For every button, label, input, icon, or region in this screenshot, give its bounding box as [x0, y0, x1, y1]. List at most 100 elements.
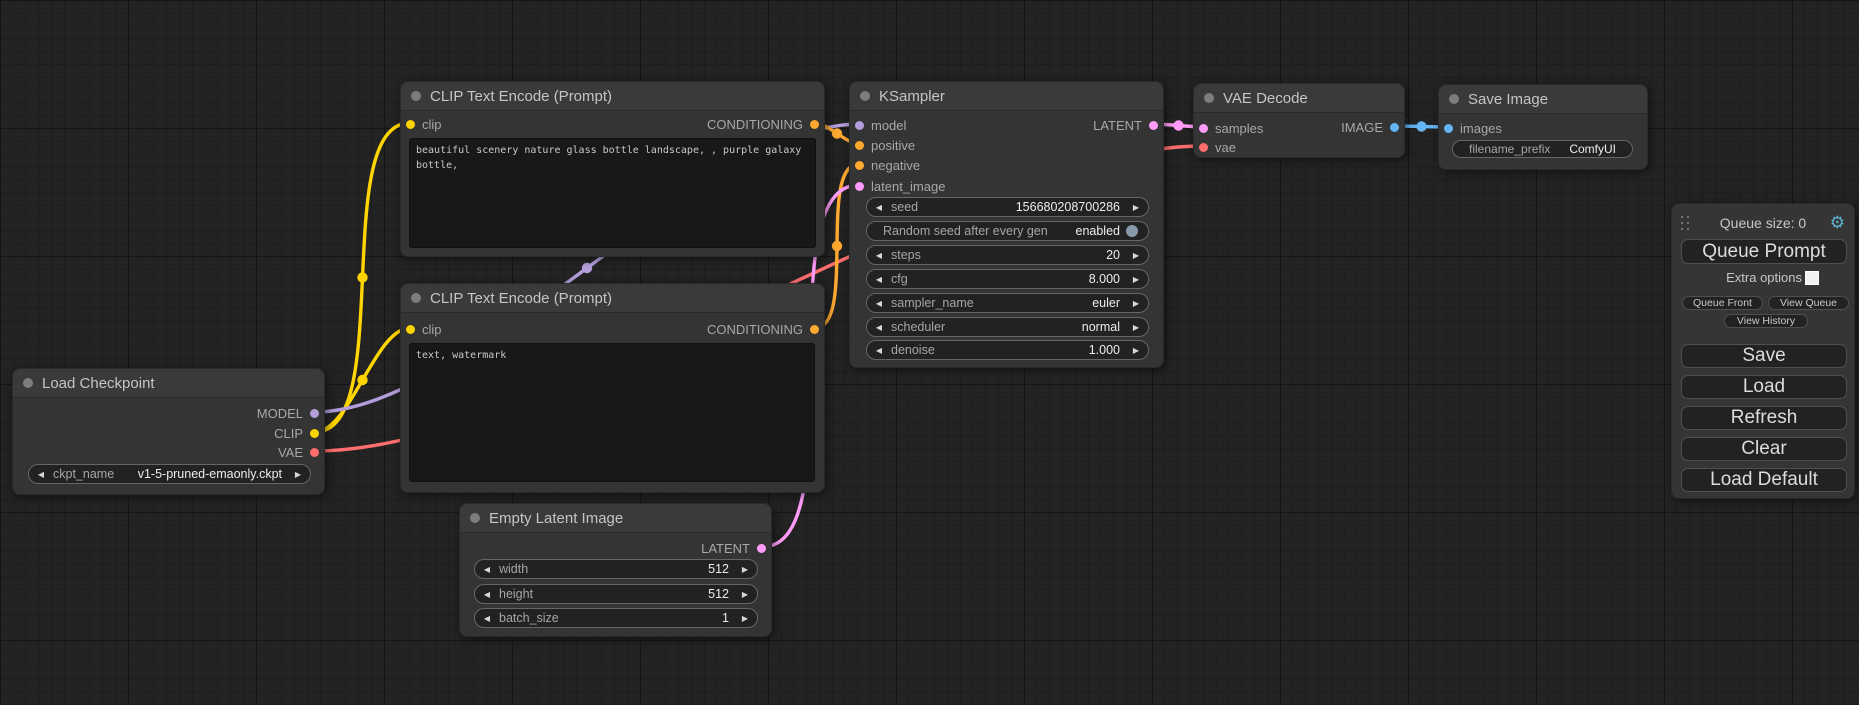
node-title-bar[interactable]: CLIP Text Encode (Prompt): [401, 82, 824, 111]
increment-arrow-icon[interactable]: ▶: [733, 614, 757, 623]
input-slot-samples[interactable]: samples: [1199, 119, 1263, 137]
extra-options-checkbox[interactable]: [1805, 271, 1819, 285]
latent-port-dot[interactable]: [1149, 121, 1158, 130]
input-slot-negative[interactable]: negative: [855, 156, 920, 174]
refresh-button[interactable]: Refresh: [1681, 406, 1847, 430]
decrement-arrow-icon[interactable]: ◀: [867, 299, 891, 308]
widget-steps[interactable]: ◀ steps 20 ▶: [866, 245, 1149, 265]
increment-arrow-icon[interactable]: ▶: [1124, 251, 1148, 260]
node-title-bar[interactable]: KSampler: [850, 82, 1163, 111]
widget-random-seed-toggle[interactable]: Random seed after every gen enabled: [866, 221, 1149, 241]
widget-filename-prefix[interactable]: filename_prefix ComfyUI: [1452, 140, 1633, 158]
decrement-arrow-icon[interactable]: ◀: [29, 470, 53, 479]
slot-label: model: [871, 118, 906, 133]
view-queue-button[interactable]: View Queue: [1768, 296, 1849, 310]
widget-sampler-name[interactable]: ◀ sampler_name euler ▶: [866, 293, 1149, 313]
save-button[interactable]: Save: [1681, 344, 1847, 368]
widget-width[interactable]: ◀ width 512 ▶: [474, 559, 758, 579]
comfyui-canvas[interactable]: { "colors": { "model": "#B39DDB", "clip"…: [0, 0, 1859, 705]
output-slot-model[interactable]: MODEL: [257, 404, 319, 422]
decrement-arrow-icon[interactable]: ◀: [475, 590, 499, 599]
increment-arrow-icon[interactable]: ▶: [733, 590, 757, 599]
conditioning-port-dot[interactable]: [810, 325, 819, 334]
negative-prompt-textarea[interactable]: text, watermark: [409, 343, 815, 482]
node-title-bar[interactable]: Load Checkpoint: [13, 369, 324, 398]
widget-cfg[interactable]: ◀ cfg 8.000 ▶: [866, 269, 1149, 289]
node-ksampler[interactable]: KSampler model positive negative latent_…: [849, 81, 1164, 368]
increment-arrow-icon[interactable]: ▶: [1124, 346, 1148, 355]
queue-menu-panel[interactable]: Queue size: 0 ⚙ Queue Prompt Extra optio…: [1671, 203, 1855, 499]
decrement-arrow-icon[interactable]: ◀: [867, 323, 891, 332]
input-slot-clip[interactable]: clip: [406, 115, 442, 133]
widget-scheduler[interactable]: ◀ scheduler normal ▶: [866, 317, 1149, 337]
node-title-bar[interactable]: Empty Latent Image: [460, 504, 771, 533]
increment-arrow-icon[interactable]: ▶: [286, 470, 310, 479]
vae-port-dot[interactable]: [310, 448, 319, 457]
node-title-bar[interactable]: CLIP Text Encode (Prompt): [401, 284, 824, 313]
node-clip-text-encode-positive[interactable]: CLIP Text Encode (Prompt) clip CONDITION…: [400, 81, 825, 257]
conditioning-port-dot[interactable]: [810, 120, 819, 129]
input-slot-model[interactable]: model: [855, 116, 906, 134]
widget-denoise[interactable]: ◀ denoise 1.000 ▶: [866, 340, 1149, 360]
queue-front-button[interactable]: Queue Front: [1682, 296, 1763, 310]
vae-port-dot[interactable]: [1199, 143, 1208, 152]
output-slot-latent[interactable]: LATENT: [1093, 116, 1158, 134]
node-title-bar[interactable]: Save Image: [1439, 85, 1647, 114]
settings-gear-icon[interactable]: ⚙: [1830, 213, 1845, 233]
widget-seed[interactable]: ◀ seed 156680208700286 ▶: [866, 197, 1149, 217]
load-default-button[interactable]: Load Default: [1681, 468, 1847, 492]
decrement-arrow-icon[interactable]: ◀: [475, 565, 499, 574]
decrement-arrow-icon[interactable]: ◀: [867, 275, 891, 284]
increment-arrow-icon[interactable]: ▶: [1124, 323, 1148, 332]
output-slot-image[interactable]: IMAGE: [1341, 118, 1399, 136]
output-slot-latent[interactable]: LATENT: [701, 539, 766, 557]
widget-label: filename_prefix: [1469, 142, 1550, 156]
decrement-arrow-icon[interactable]: ◀: [867, 346, 891, 355]
conditioning-port-dot[interactable]: [855, 141, 864, 150]
widget-ckpt-name[interactable]: ◀ ckpt_name v1-5-pruned-emaonly.ckpt ▶: [28, 464, 311, 484]
increment-arrow-icon[interactable]: ▶: [733, 565, 757, 574]
image-port-dot[interactable]: [1444, 124, 1453, 133]
queue-prompt-button[interactable]: Queue Prompt: [1681, 239, 1847, 264]
conditioning-port-dot[interactable]: [855, 161, 864, 170]
increment-arrow-icon[interactable]: ▶: [1124, 203, 1148, 212]
node-load-checkpoint[interactable]: Load Checkpoint MODEL CLIP VAE ◀ ckpt_na…: [12, 368, 325, 495]
image-port-dot[interactable]: [1390, 123, 1399, 132]
input-slot-positive[interactable]: positive: [855, 136, 915, 154]
node-title-bar[interactable]: VAE Decode: [1194, 84, 1404, 113]
increment-arrow-icon[interactable]: ▶: [1124, 299, 1148, 308]
output-slot-conditioning[interactable]: CONDITIONING: [707, 115, 819, 133]
widget-batch-size[interactable]: ◀ batch_size 1 ▶: [474, 608, 758, 628]
model-port-dot[interactable]: [855, 121, 864, 130]
clip-port-dot[interactable]: [406, 325, 415, 334]
widget-height[interactable]: ◀ height 512 ▶: [474, 584, 758, 604]
output-slot-clip[interactable]: CLIP: [274, 424, 319, 442]
node-vae-decode[interactable]: VAE Decode samples vae IMAGE: [1193, 83, 1405, 158]
increment-arrow-icon[interactable]: ▶: [1124, 275, 1148, 284]
input-slot-latent-image[interactable]: latent_image: [855, 177, 945, 195]
latent-port-dot[interactable]: [1199, 124, 1208, 133]
clip-port-dot[interactable]: [406, 120, 415, 129]
output-slot-conditioning[interactable]: CONDITIONING: [707, 320, 819, 338]
decrement-arrow-icon[interactable]: ◀: [475, 614, 499, 623]
clear-button[interactable]: Clear: [1681, 437, 1847, 461]
toggle-on-dot[interactable]: [1126, 225, 1138, 237]
input-slot-images[interactable]: images: [1444, 119, 1502, 137]
load-button[interactable]: Load: [1681, 375, 1847, 399]
decrement-arrow-icon[interactable]: ◀: [867, 251, 891, 260]
latent-port-dot[interactable]: [855, 182, 864, 191]
view-history-button[interactable]: View History: [1724, 314, 1808, 328]
input-slot-vae[interactable]: vae: [1199, 138, 1236, 156]
positive-prompt-textarea[interactable]: beautiful scenery nature glass bottle la…: [409, 138, 816, 248]
decrement-arrow-icon[interactable]: ◀: [867, 203, 891, 212]
widget-label: denoise: [891, 343, 935, 357]
model-port-dot[interactable]: [310, 409, 319, 418]
input-slot-clip[interactable]: clip: [406, 320, 442, 338]
node-empty-latent-image[interactable]: Empty Latent Image LATENT ◀ width 512 ▶ …: [459, 503, 772, 637]
slot-label: CONDITIONING: [707, 117, 803, 132]
clip-port-dot[interactable]: [310, 429, 319, 438]
latent-port-dot[interactable]: [757, 544, 766, 553]
output-slot-vae[interactable]: VAE: [278, 443, 319, 461]
node-save-image[interactable]: Save Image images filename_prefix ComfyU…: [1438, 84, 1648, 170]
node-clip-text-encode-negative[interactable]: CLIP Text Encode (Prompt) clip CONDITION…: [400, 283, 825, 493]
